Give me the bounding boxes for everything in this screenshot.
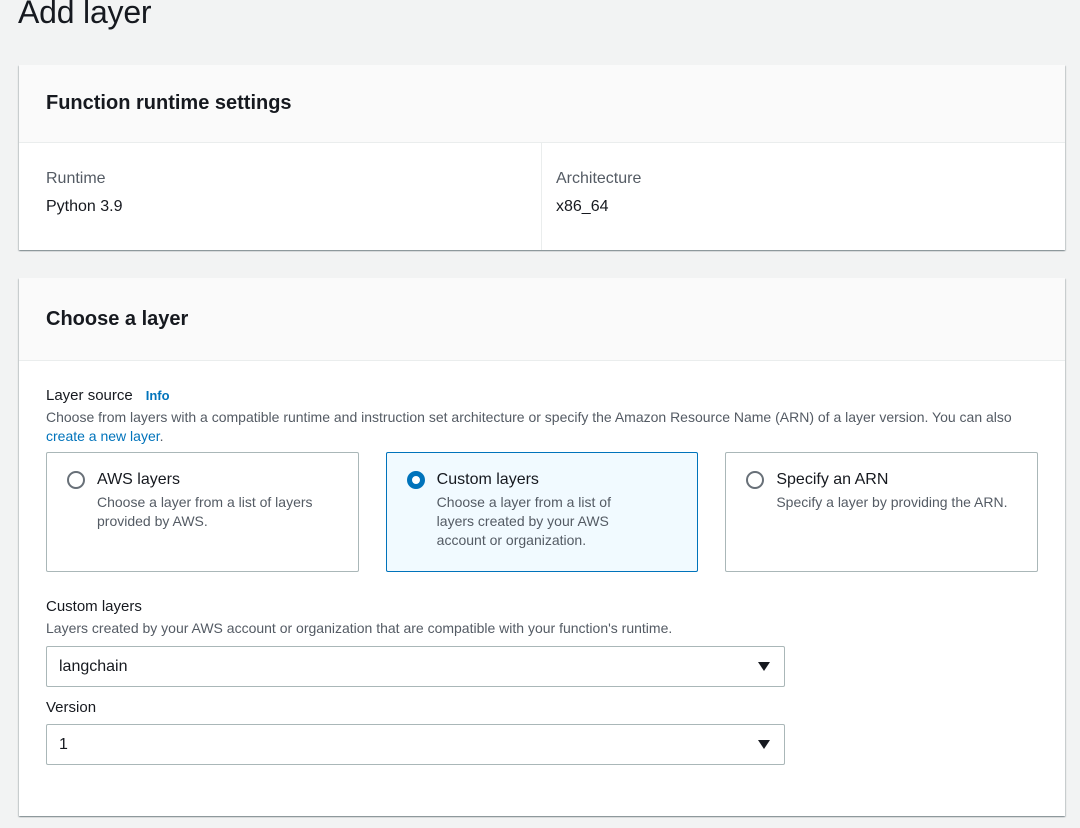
tile-title: Specify an ARN bbox=[776, 471, 889, 488]
layer-source-tiles: AWS layers Choose a layer from a list of… bbox=[46, 452, 1039, 572]
layer-source-description: Choose from layers with a compatible run… bbox=[46, 408, 1038, 446]
tile-description: Specify a layer by providing the ARN. bbox=[776, 494, 1008, 510]
architecture-value: x86_64 bbox=[556, 198, 609, 215]
tile-title: AWS layers bbox=[97, 471, 180, 488]
runtime-settings-row: Runtime Python 3.9 Architecture x86_64 bbox=[19, 143, 1065, 250]
layer-source-desc-text: Choose from layers with a compatible run… bbox=[46, 409, 1012, 425]
runtime-label: Runtime bbox=[46, 170, 106, 187]
layer-source-desc-end: . bbox=[159, 428, 164, 444]
radio-specify-arn[interactable] bbox=[746, 471, 765, 489]
tile-specify-arn[interactable]: Specify an ARN Specify a layer by provid… bbox=[725, 452, 1039, 572]
tile-description: Choose a layer from a list of layers pro… bbox=[97, 494, 313, 529]
custom-layers-label: Custom layers bbox=[46, 598, 142, 615]
version-select[interactable]: 1 bbox=[46, 724, 785, 765]
layer-source-field: Layer source Info bbox=[46, 387, 1038, 404]
panel-header: Function runtime settings bbox=[19, 65, 1065, 143]
page-title: Add layer bbox=[18, 0, 152, 30]
function-runtime-settings-panel: Function runtime settings Runtime Python… bbox=[19, 65, 1065, 250]
caret-down-icon bbox=[758, 662, 770, 671]
select-value: langchain bbox=[59, 657, 128, 675]
tile-description: Choose a layer from a list of layers cre… bbox=[436, 494, 611, 548]
panel-header: Choose a layer bbox=[19, 278, 1065, 361]
architecture-column: Architecture x86_64 bbox=[541, 143, 1065, 250]
tile-text: AWS layers Choose a layer from a list of… bbox=[97, 470, 325, 531]
tile-title: Custom layers bbox=[436, 471, 539, 488]
panel-title: Choose a layer bbox=[46, 307, 189, 330]
info-link[interactable]: Info bbox=[146, 388, 170, 403]
version-label: Version bbox=[46, 699, 97, 716]
runtime-column: Runtime Python 3.9 bbox=[19, 143, 541, 250]
radio-aws-layers[interactable] bbox=[67, 471, 85, 489]
radio-custom-layers[interactable] bbox=[406, 471, 425, 489]
tile-text: Custom layers Choose a layer from a list… bbox=[437, 470, 647, 550]
choose-layer-panel: Choose a layer Layer source Info Choose … bbox=[19, 278, 1065, 816]
tile-aws-layers[interactable]: AWS layers Choose a layer from a list of… bbox=[46, 452, 359, 572]
tile-custom-layers[interactable]: Custom layers Choose a layer from a list… bbox=[385, 452, 699, 572]
custom-layers-description: Layers created by your AWS account or or… bbox=[46, 620, 673, 636]
tile-text: Specify an ARN Specify a layer by provid… bbox=[776, 470, 1016, 512]
layer-source-label: Layer source bbox=[46, 387, 133, 404]
runtime-value: Python 3.9 bbox=[46, 198, 123, 215]
select-value: 1 bbox=[59, 735, 68, 753]
version-field: Version 1 bbox=[46, 699, 1038, 765]
custom-layers-select[interactable]: langchain bbox=[46, 646, 785, 687]
custom-layers-field: Custom layers Layers created by your AWS… bbox=[46, 598, 1038, 687]
create-new-layer-link[interactable]: create a new layer bbox=[46, 428, 160, 444]
architecture-label: Architecture bbox=[556, 170, 642, 187]
panel-body: Layer source Info Choose from layers wit… bbox=[19, 361, 1065, 765]
caret-down-icon bbox=[758, 740, 770, 749]
panel-title: Function runtime settings bbox=[46, 92, 292, 114]
